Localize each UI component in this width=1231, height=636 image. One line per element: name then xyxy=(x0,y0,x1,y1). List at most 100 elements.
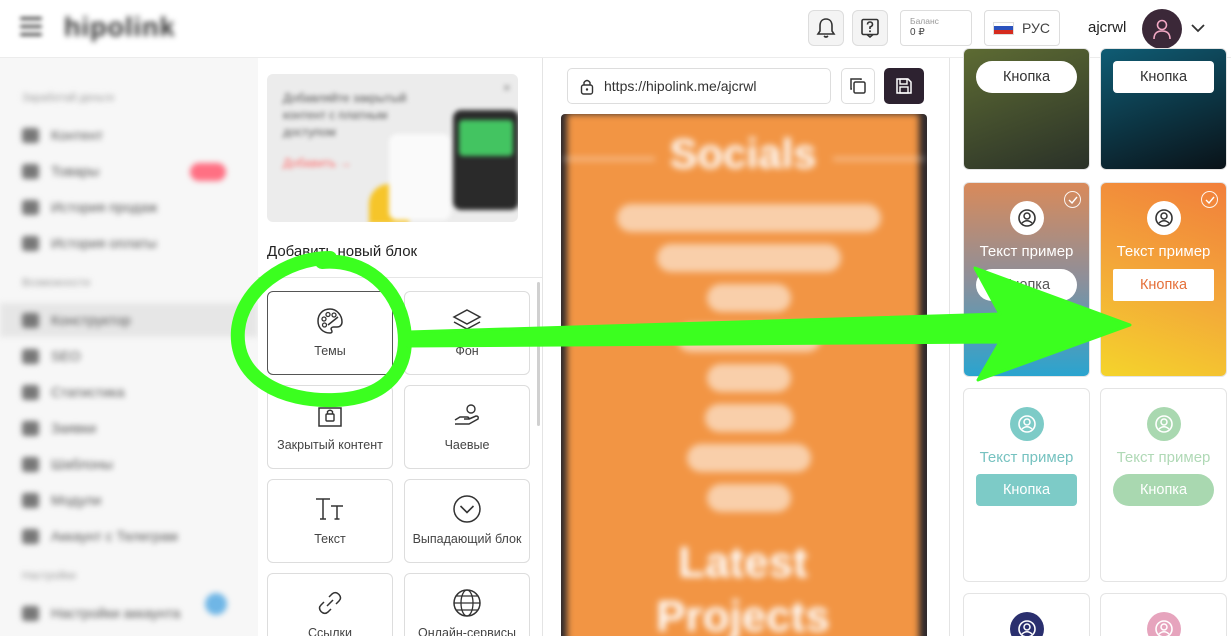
help-icon xyxy=(861,18,879,38)
sidebar-section-features: Возможности xyxy=(22,277,91,289)
help-button[interactable] xyxy=(852,10,888,46)
theme-sample-button: Кнопка xyxy=(1113,61,1214,93)
user-icon xyxy=(1010,612,1044,636)
username[interactable]: ajcrwl xyxy=(1088,19,1126,36)
sidebar-item-templates[interactable]: Шаблоны xyxy=(22,454,242,474)
page-url-field[interactable]: https://hipolink.me/ajcrwl xyxy=(567,68,831,104)
sidebar-item-telegram[interactable]: Аккаунт с Телеграм xyxy=(22,526,242,546)
requests-icon xyxy=(22,420,39,436)
block-label: Закрытый контент xyxy=(277,438,383,452)
sidebar-item-statistics[interactable]: Статистика xyxy=(22,382,242,402)
preview-link xyxy=(707,484,791,512)
theme-card-orange-yellow[interactable]: Текст пример Кнопка xyxy=(1100,182,1227,377)
theme-sample-text: Текст пример xyxy=(979,449,1074,466)
notifications-button[interactable] xyxy=(808,10,844,46)
bell-icon xyxy=(816,18,836,38)
theme-sample-button: Кнопка xyxy=(976,269,1077,301)
promo-action[interactable]: Добавить → xyxy=(283,156,351,170)
copy-url-button[interactable] xyxy=(841,68,875,104)
sidebar-item-label: Товары xyxy=(51,163,100,179)
preview-heading: Socials xyxy=(669,130,817,177)
divider xyxy=(258,277,542,278)
theme-sample-text: Текст пример xyxy=(1116,243,1211,260)
chevron-down-icon[interactable] xyxy=(1190,20,1206,36)
user-icon xyxy=(1010,201,1044,235)
preview-link xyxy=(617,204,881,232)
preview-link xyxy=(657,244,841,272)
payment-icon xyxy=(22,235,39,251)
theme-sample-text: Текст пример xyxy=(1116,449,1211,466)
avatar[interactable] xyxy=(1142,9,1182,49)
promo-banner[interactable]: Добавляйте закрытый контент с платным до… xyxy=(267,74,518,222)
sidebar-item-seo[interactable]: SEO xyxy=(22,346,242,366)
balance-label: Баланс xyxy=(910,16,939,26)
logo[interactable]: hipolink xyxy=(64,12,176,43)
module-icon xyxy=(22,492,39,508)
sidebar-item-label: История продаж xyxy=(51,199,158,215)
sidebar-item-label: Шаблоны xyxy=(51,456,113,472)
block-themes[interactable]: Темы xyxy=(267,291,393,375)
sidebar-item-label: Модули xyxy=(51,492,102,508)
add-block-title: Добавить новый блок xyxy=(267,243,418,260)
theme-card-mint[interactable]: Текст пример Кнопка xyxy=(963,388,1090,582)
sidebar-item-modules[interactable]: Модули xyxy=(22,490,242,510)
theme-card-olive[interactable]: Кнопка xyxy=(963,48,1090,170)
copy-icon xyxy=(850,78,866,94)
sidebar-item-requests[interactable]: Заявки xyxy=(22,418,242,438)
sidebar-item-content[interactable]: Контент xyxy=(22,125,242,145)
sidebar-item-label: Заявки xyxy=(51,420,97,436)
sidebar-item-label: История оплаты xyxy=(51,235,157,251)
sidebar-item-label: Настройки аккаунта xyxy=(51,605,181,621)
block-locked-content[interactable]: Закрытый контент xyxy=(267,385,393,469)
user-icon xyxy=(1010,407,1044,441)
block-text[interactable]: Текст xyxy=(267,479,393,563)
block-tips[interactable]: Чаевые xyxy=(404,385,530,469)
content-icon xyxy=(22,127,39,143)
block-label: Текст xyxy=(314,532,346,546)
language-selector[interactable]: РУС xyxy=(984,10,1060,46)
scrollbar[interactable] xyxy=(537,282,540,426)
block-online-services[interactable]: Онлайн-сервисы xyxy=(404,573,530,636)
theme-card-light-green[interactable]: Текст пример Кнопка xyxy=(1100,388,1227,582)
sidebar-item-constructor[interactable]: Конструктор xyxy=(0,303,258,337)
text-icon xyxy=(316,498,343,520)
new-badge xyxy=(190,163,226,181)
preview-heading-latest: Latest xyxy=(678,538,808,587)
sidebar-item-label: SEO xyxy=(51,348,81,364)
theme-sample-button: Кнопка xyxy=(1113,269,1214,301)
block-links[interactable]: Ссылки xyxy=(267,573,393,636)
save-icon xyxy=(896,78,912,94)
save-button[interactable] xyxy=(884,68,924,104)
sidebar: Заработай деньги Контент Товары История … xyxy=(0,58,258,636)
phone-preview[interactable]: Socials Latest Projects xyxy=(561,114,927,636)
globe-icon xyxy=(453,589,481,617)
theme-sample-text: Текст пример xyxy=(979,243,1074,260)
language-label: РУС xyxy=(1022,20,1051,36)
constructor-icon xyxy=(22,312,39,328)
sidebar-item-payment-history[interactable]: История оплаты xyxy=(22,233,242,253)
balance-widget[interactable]: Баланс 0 ₽ xyxy=(900,10,972,46)
preview-heading-projects: Projects xyxy=(656,592,830,636)
theme-card-pink[interactable] xyxy=(1100,593,1227,636)
menu-icon[interactable] xyxy=(20,17,42,37)
palette-icon xyxy=(317,308,343,334)
theme-card-sunset[interactable]: Текст пример Кнопка xyxy=(963,182,1090,377)
theme-card-teal-dark[interactable]: Кнопка xyxy=(1100,48,1227,170)
preview-screen: Socials Latest Projects xyxy=(563,114,925,636)
block-background[interactable]: Фон xyxy=(404,291,530,375)
block-dropdown[interactable]: Выпадающий блок xyxy=(404,479,530,563)
promo-illustration xyxy=(389,134,451,220)
sidebar-item-label: Статистика xyxy=(51,384,125,400)
promo-illustration xyxy=(459,120,513,156)
theme-card-navy[interactable] xyxy=(963,593,1090,636)
close-icon[interactable]: × xyxy=(503,80,511,95)
sidebar-item-sales-history[interactable]: История продаж xyxy=(22,197,242,217)
theme-sample-button: Кнопка xyxy=(976,61,1077,93)
block-label: Выпадающий блок xyxy=(412,532,522,546)
sidebar-item-label: Контент xyxy=(51,127,103,143)
chevron-circle-icon xyxy=(453,495,481,523)
link-icon xyxy=(318,591,342,615)
block-label: Темы xyxy=(314,344,346,358)
page-url: https://hipolink.me/ajcrwl xyxy=(604,78,757,94)
template-icon xyxy=(22,456,39,472)
